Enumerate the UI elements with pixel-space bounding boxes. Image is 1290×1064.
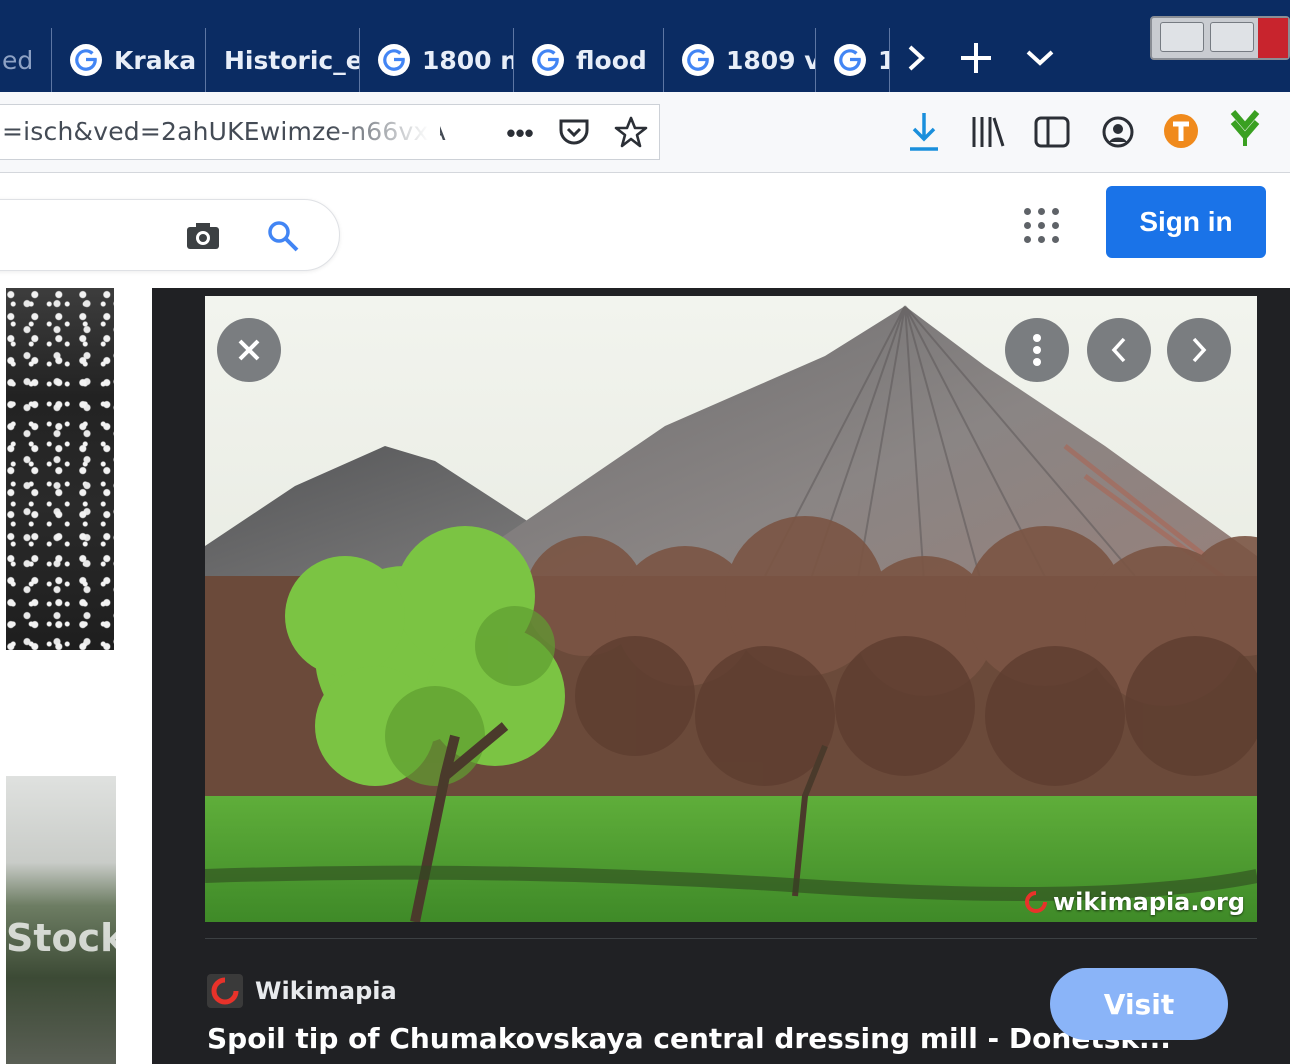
sign-in-button[interactable]: Sign in — [1106, 186, 1266, 258]
minimize-button[interactable] — [1160, 22, 1204, 52]
tab-list-button[interactable] — [1018, 36, 1062, 80]
next-arrow-icon — [1192, 337, 1207, 363]
browser-tab-strip: ed Kraka Historic_e 1800 n flood 1809 v … — [0, 0, 1290, 92]
sidebar-icon[interactable] — [1032, 112, 1072, 152]
source-site-row[interactable]: Wikimapia — [207, 974, 397, 1008]
prev-arrow-icon — [1111, 337, 1126, 363]
download-icon[interactable] — [904, 110, 944, 154]
more-options-button[interactable] — [1005, 318, 1069, 382]
extension-orange-icon[interactable] — [1160, 110, 1202, 152]
visit-button[interactable]: Visit — [1050, 968, 1228, 1040]
image-results: Stock wikimapia.org Wikimapia Spoil tip … — [0, 288, 1290, 1064]
window-controls — [1150, 16, 1290, 60]
restore-button[interactable] — [1210, 22, 1254, 52]
tab-label: 1809 v — [726, 45, 816, 75]
image-watermark: wikimapia.org — [1025, 888, 1245, 916]
google-icon — [378, 44, 410, 76]
wikimapia-logo-icon — [1025, 891, 1047, 913]
extension-green-icon[interactable] — [1224, 106, 1266, 150]
google-icon — [532, 44, 564, 76]
result-thumbnail[interactable] — [6, 288, 114, 650]
browser-toolbar: =isch&ved=2ahUKEwimze-n66vxA ••• — [0, 92, 1290, 173]
watermark-text: wikimapia.org — [1052, 888, 1245, 916]
close-viewer-button[interactable] — [217, 318, 281, 382]
search-box[interactable] — [0, 199, 340, 271]
browser-tab[interactable]: Kraka — [52, 28, 206, 92]
google-icon — [834, 44, 866, 76]
browser-tab[interactable]: flood — [514, 28, 664, 92]
browser-tab[interactable]: Historic_e — [206, 28, 360, 92]
tab-list-chevron-icon — [1026, 50, 1054, 66]
google-icon — [70, 44, 102, 76]
address-bar[interactable]: =isch&ved=2ahUKEwimze-n66vxA ••• — [0, 104, 660, 160]
apps-grid-icon[interactable] — [1022, 206, 1062, 246]
bookmark-star-icon[interactable] — [612, 113, 650, 151]
previous-image-button[interactable] — [1087, 318, 1151, 382]
tab-label: 1 — [878, 46, 889, 75]
tab-label: flood — [576, 45, 647, 75]
camera-search-icon[interactable] — [183, 216, 223, 256]
new-tab-button[interactable] — [954, 36, 998, 80]
search-magnifier-icon[interactable] — [263, 216, 303, 256]
tab-label: Historic_e — [224, 45, 360, 75]
preview-image[interactable]: wikimapia.org — [205, 296, 1257, 922]
google-icon — [682, 44, 714, 76]
source-site-name: Wikimapia — [255, 977, 397, 1005]
browser-tab[interactable]: ed — [0, 28, 52, 92]
more-vert-icon — [1033, 334, 1041, 366]
browser-tab[interactable]: 1 — [816, 28, 890, 92]
result-thumbnail[interactable]: Stock — [6, 776, 116, 1064]
google-header: Sign in — [0, 173, 1290, 288]
more-actions-icon[interactable]: ••• — [500, 115, 540, 151]
next-image-button[interactable] — [1167, 318, 1231, 382]
divider — [205, 938, 1257, 939]
account-icon[interactable] — [1098, 112, 1138, 152]
tab-label: Kraka — [114, 45, 197, 75]
close-window-button[interactable] — [1258, 18, 1288, 58]
thumbnail-watermark: Stock — [6, 916, 116, 960]
close-icon — [238, 339, 260, 361]
tab-label: 1800 n — [422, 45, 514, 75]
wikimapia-favicon-icon — [207, 974, 243, 1008]
browser-tab[interactable]: 1809 v — [664, 28, 816, 92]
tab-label: ed — [2, 45, 34, 75]
spoil-tip-photo — [205, 296, 1257, 922]
new-tab-plus-icon — [961, 43, 991, 73]
browser-tab[interactable]: 1800 n — [360, 28, 514, 92]
image-viewer-panel: wikimapia.org Wikimapia Spoil tip of Chu… — [152, 288, 1290, 1064]
library-icon[interactable] — [968, 112, 1008, 152]
image-result-title[interactable]: Spoil tip of Chumakovskaya central dress… — [207, 1022, 1171, 1055]
chevron-right-icon — [908, 45, 925, 71]
pocket-icon[interactable] — [556, 115, 592, 151]
scroll-tabs-right-button[interactable] — [894, 36, 938, 80]
